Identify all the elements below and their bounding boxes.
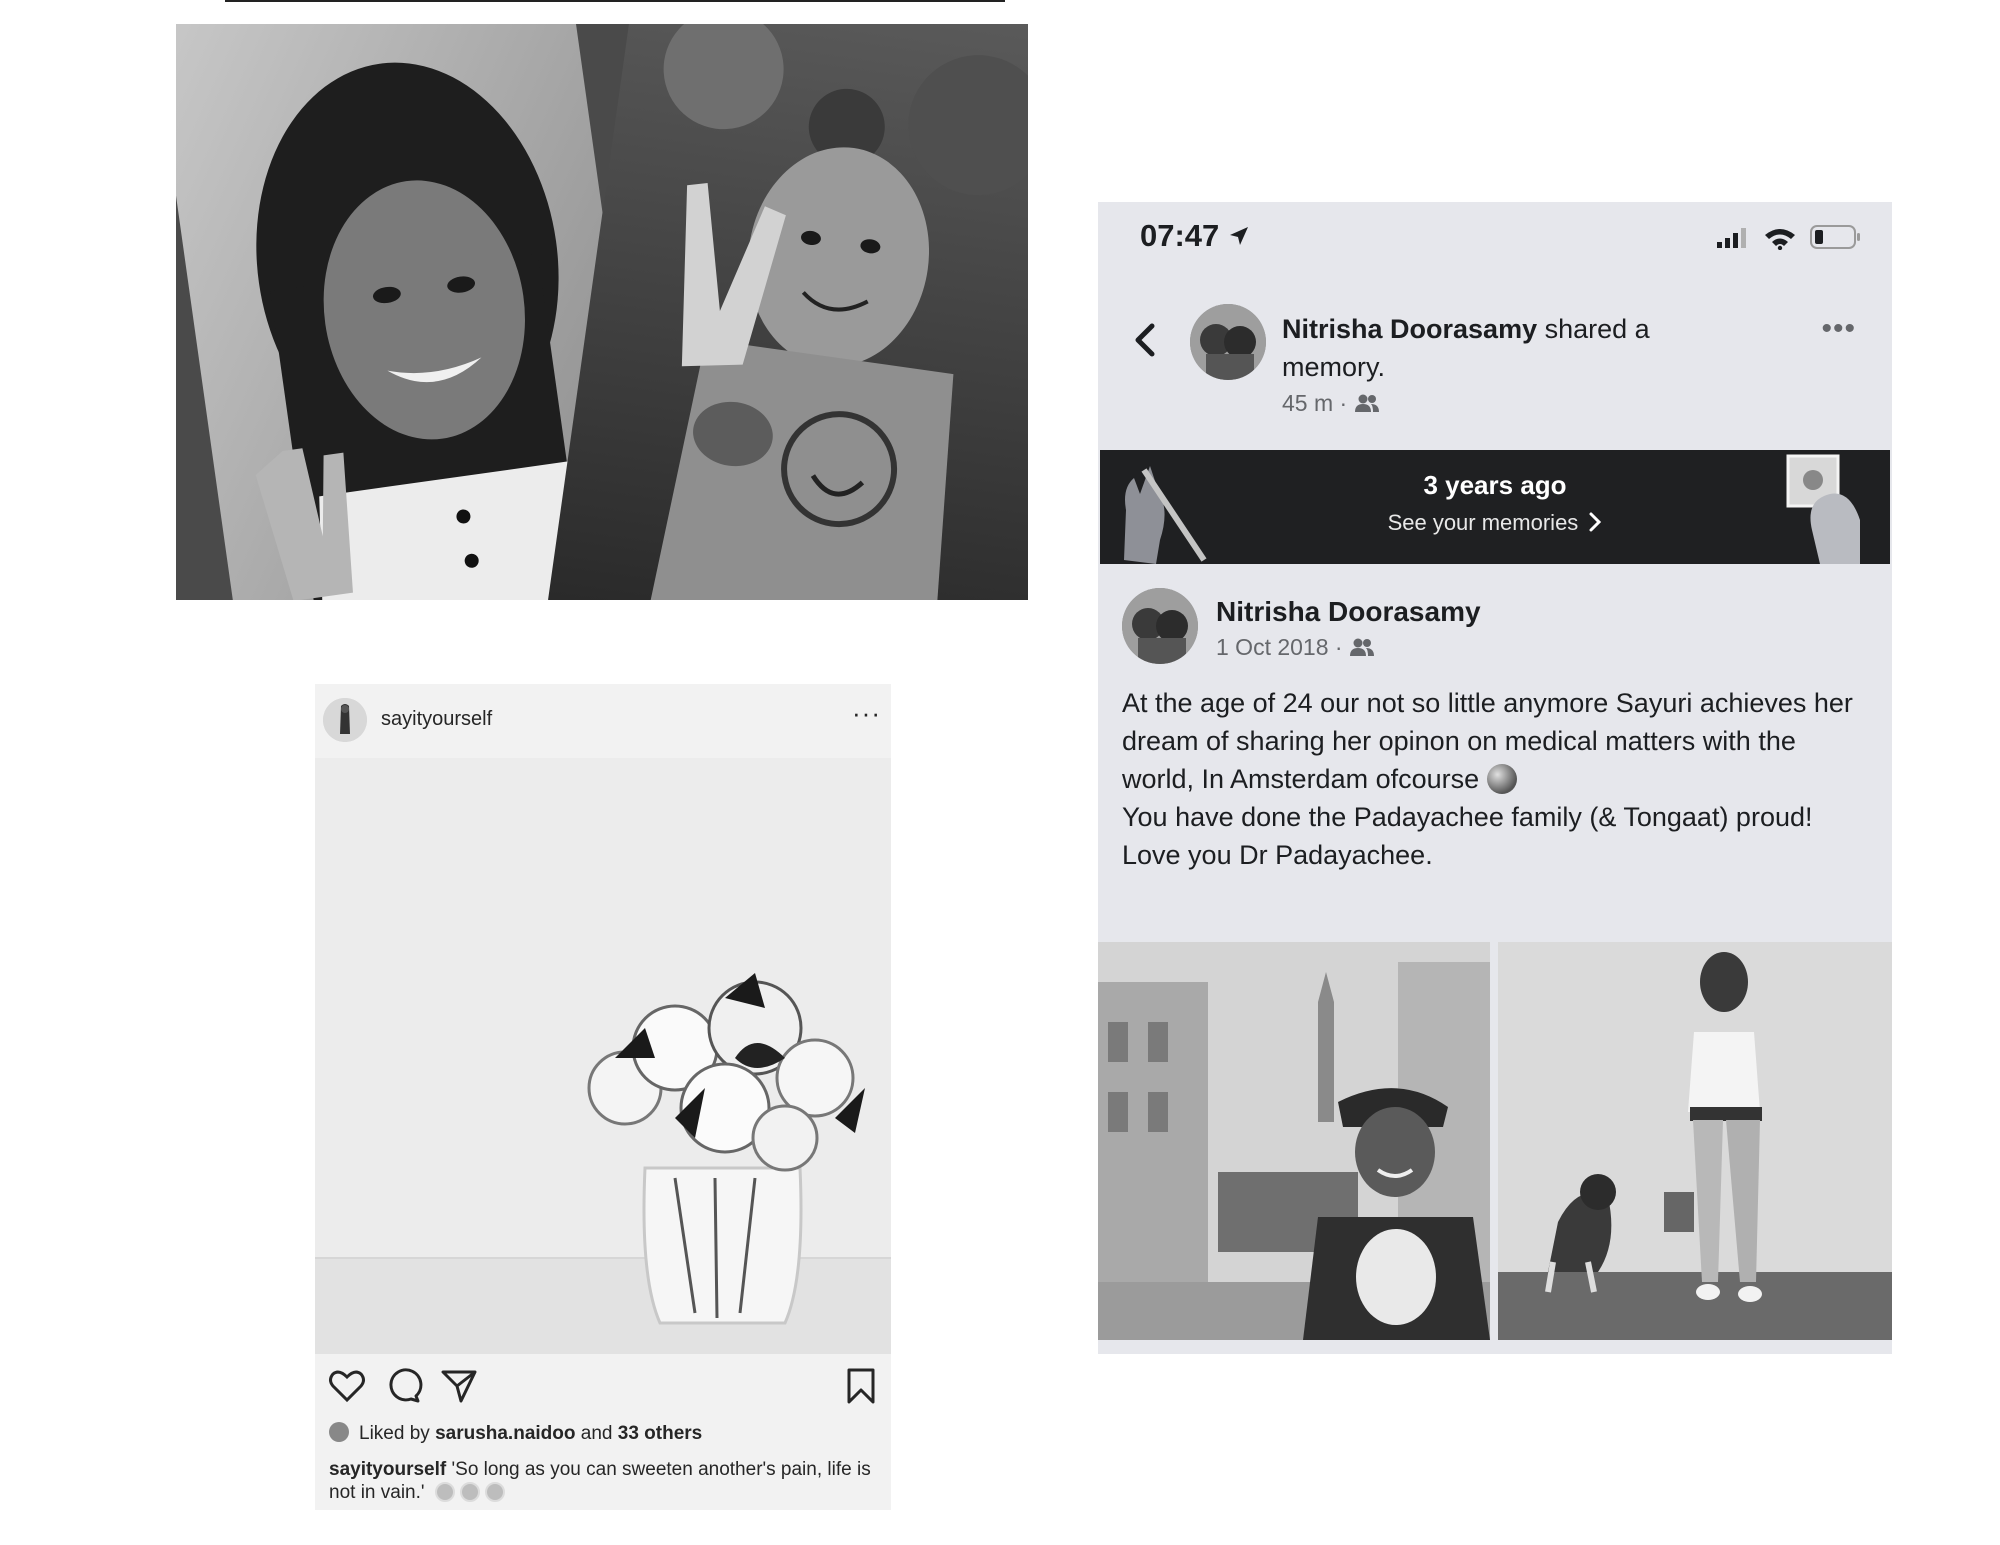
friends-icon bbox=[1349, 638, 1374, 656]
memory-banner-decoration bbox=[1124, 454, 1860, 564]
share-icon[interactable] bbox=[439, 1366, 479, 1406]
collage-right-photo bbox=[548, 24, 1028, 600]
avatar[interactable] bbox=[323, 698, 367, 742]
friends-icon bbox=[1354, 394, 1379, 412]
instagram-post-image[interactable] bbox=[315, 758, 891, 1354]
signal-icon bbox=[1717, 228, 1747, 248]
status-bar: 07:47 bbox=[1098, 202, 1892, 272]
status-time-text: 07:47 bbox=[1140, 218, 1220, 253]
memory-header: Nitrisha Doorasamy shared a memory. 45 m… bbox=[1098, 272, 1892, 452]
memory-years-ago: 3 years ago bbox=[1423, 470, 1567, 500]
instagram-action-bar bbox=[315, 1366, 891, 1414]
flower-emoji-icon bbox=[459, 1482, 480, 1502]
chevron-right-icon bbox=[1589, 512, 1602, 532]
instagram-caption: sayityourself 'So long as you can sweete… bbox=[329, 1458, 881, 1504]
liker-avatar bbox=[329, 1422, 349, 1442]
globe-emoji-icon bbox=[1486, 764, 1517, 794]
post-photo-right[interactable] bbox=[1498, 942, 1892, 1340]
facebook-memory-screenshot: 07:47 Nitrisha Doorasamy shared a memory… bbox=[1098, 202, 1892, 1354]
memory-header-title: Nitrisha Doorasamy shared a memory. bbox=[1282, 310, 1702, 386]
see-memories-link[interactable]: See your memories bbox=[1100, 510, 1890, 536]
more-options-icon[interactable]: ••• bbox=[1821, 312, 1856, 346]
memory-banner: 3 years ago See your memories bbox=[1100, 450, 1890, 564]
battery-icon bbox=[1810, 225, 1860, 249]
caption-username[interactable]: sayityourself bbox=[329, 1459, 446, 1480]
post-body: At the age of 24 our not so little anymo… bbox=[1122, 684, 1872, 874]
wifi-icon bbox=[1764, 229, 1795, 251]
post-author-name[interactable]: Nitrisha Doorasamy bbox=[1216, 596, 1481, 628]
status-time: 07:47 bbox=[1140, 218, 1250, 254]
time-ago: 45 m bbox=[1282, 390, 1334, 416]
bookmark-icon[interactable] bbox=[841, 1366, 881, 1406]
likes-others-link[interactable]: 33 others bbox=[618, 1423, 702, 1444]
status-icons bbox=[1715, 224, 1862, 255]
instagram-post: sayityourself ··· Liked by sarusha.naido… bbox=[315, 684, 891, 1510]
meta-separator: · bbox=[1334, 634, 1343, 660]
post-meta: 1 Oct 2018 · bbox=[1216, 634, 1375, 661]
heart-icon[interactable] bbox=[327, 1366, 367, 1406]
post-photo-left[interactable] bbox=[1098, 942, 1490, 1340]
likes-summary: Liked by sarusha.naidoo and 33 others bbox=[329, 1422, 702, 1445]
location-arrow-icon bbox=[1229, 227, 1248, 245]
see-memories-label: See your memories bbox=[1387, 510, 1579, 535]
collage-image bbox=[176, 24, 1028, 600]
comment-icon[interactable] bbox=[383, 1366, 423, 1406]
post-date[interactable]: 1 Oct 2018 bbox=[1216, 634, 1329, 660]
post-line-2: You have done the Padayachee family (& T… bbox=[1122, 802, 1813, 832]
post-header: Nitrisha Doorasamy 1 Oct 2018 · bbox=[1098, 564, 1892, 664]
flower-emoji-icon bbox=[434, 1482, 455, 1502]
author-name[interactable]: Nitrisha Doorasamy bbox=[1282, 314, 1537, 344]
more-options-icon[interactable]: ··· bbox=[852, 698, 881, 729]
liker-username[interactable]: sarusha.naidoo bbox=[435, 1423, 575, 1444]
likes-prefix: Liked by bbox=[359, 1423, 430, 1444]
post-line-3: Love you Dr Padayachee. bbox=[1122, 840, 1433, 870]
photo-collage bbox=[176, 24, 1028, 600]
flower-emoji-icon bbox=[484, 1482, 505, 1502]
avatar[interactable] bbox=[1190, 304, 1266, 380]
back-chevron-icon[interactable] bbox=[1130, 320, 1160, 360]
instagram-post-header: sayityourself ··· bbox=[315, 684, 891, 756]
top-divider-line bbox=[225, 0, 1005, 2]
avatar[interactable] bbox=[1122, 588, 1198, 664]
likes-and: and bbox=[580, 1423, 613, 1444]
meta-separator: · bbox=[1339, 390, 1348, 416]
memory-header-meta: 45 m · bbox=[1282, 390, 1380, 417]
instagram-username[interactable]: sayityourself bbox=[381, 708, 492, 731]
